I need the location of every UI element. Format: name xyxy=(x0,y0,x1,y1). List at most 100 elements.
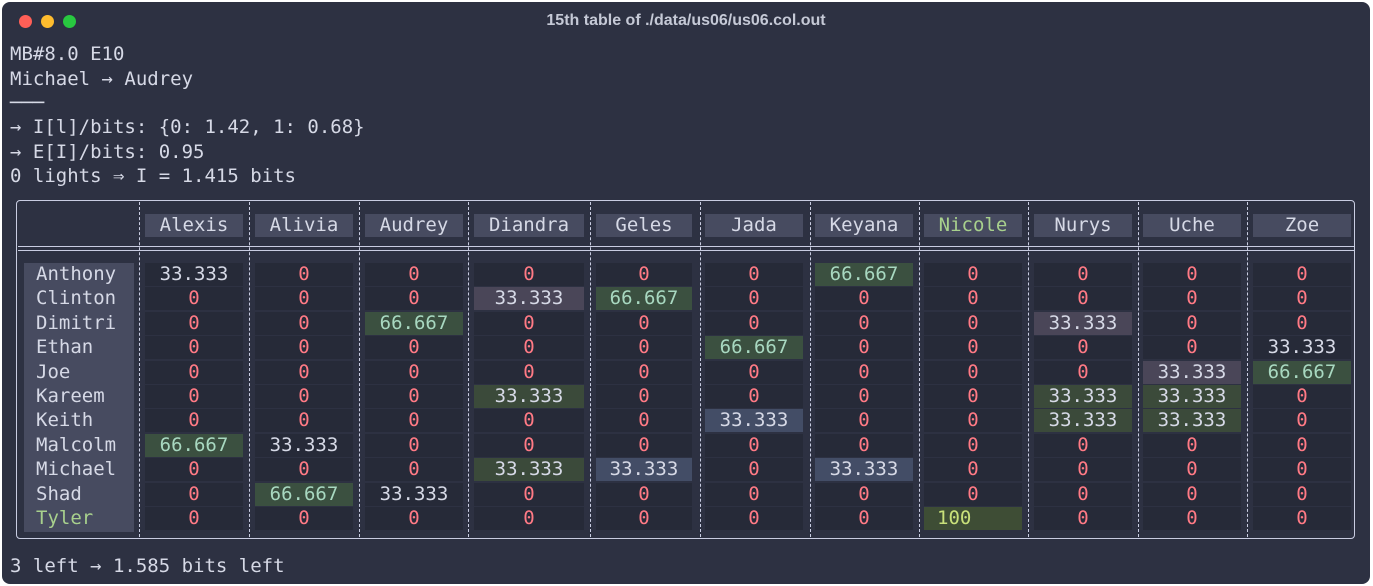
column-divider xyxy=(359,202,360,537)
table-cell: 0 xyxy=(1034,361,1132,384)
table-cell: 0 xyxy=(365,385,463,408)
column-divider xyxy=(249,202,250,537)
header-divider xyxy=(18,250,1354,251)
table-cell: 0 xyxy=(705,483,803,506)
table-cell: 33.333 xyxy=(1143,409,1241,432)
column-header: Diandra xyxy=(474,214,584,237)
table-cell: 0 xyxy=(815,507,913,530)
column-header: Nurys xyxy=(1034,214,1132,237)
table-cell: 0 xyxy=(1143,507,1241,530)
table-cell: 0 xyxy=(1143,287,1241,310)
table-cell: 0 xyxy=(596,409,692,432)
column-header: Nicole xyxy=(924,214,1022,237)
column-divider xyxy=(700,202,701,537)
table-cell: 33.333 xyxy=(705,409,803,432)
table-cell: 0 xyxy=(1253,507,1351,530)
table-cell: 0 xyxy=(474,336,584,359)
column-header: Geles xyxy=(596,214,692,237)
column-divider xyxy=(1138,202,1139,537)
terminal-line: ─── xyxy=(10,92,45,114)
table-cell: 0 xyxy=(815,409,913,432)
terminal-footer: 3 left → 1.585 bits left xyxy=(10,555,285,577)
table-cell: 0 xyxy=(365,458,463,481)
table-cell: 0 xyxy=(145,507,243,530)
table-cell: 0 xyxy=(596,483,692,506)
row-header: Tyler xyxy=(36,507,94,529)
table-cell: 0 xyxy=(1253,312,1351,335)
column-header: Uche xyxy=(1143,214,1241,237)
terminal-line: MB#8.0 E10 xyxy=(10,43,125,65)
table-cell: 0 xyxy=(474,263,584,286)
table-cell: 0 xyxy=(474,312,584,335)
table-cell: 0 xyxy=(596,263,692,286)
table-cell: 0 xyxy=(924,312,1022,335)
table-cell: 0 xyxy=(365,507,463,530)
table-cell: 0 xyxy=(474,483,584,506)
table-cell: 0 xyxy=(255,336,353,359)
row-header: Clinton xyxy=(36,287,117,309)
table-cell: 33.333 xyxy=(1143,385,1241,408)
table-cell: 0 xyxy=(705,263,803,286)
table-cell: 0 xyxy=(924,409,1022,432)
table-cell: 33.333 xyxy=(815,458,913,481)
table-cell: 0 xyxy=(474,409,584,432)
table-cell: 0 xyxy=(815,434,913,457)
table-cell: 0 xyxy=(815,361,913,384)
table-cell: 0 xyxy=(1034,507,1132,530)
table-cell: 0 xyxy=(474,361,584,384)
table-cell: 66.667 xyxy=(145,434,243,457)
row-header: Michael xyxy=(36,458,117,480)
column-divider xyxy=(919,202,920,537)
row-header: Ethan xyxy=(36,336,94,358)
column-header: Alivia xyxy=(255,214,353,237)
table-cell: 0 xyxy=(255,385,353,408)
table-cell: 0 xyxy=(1143,434,1241,457)
table-cell: 0 xyxy=(1253,287,1351,310)
table-cell: 0 xyxy=(474,507,584,530)
terminal-line: → I[l]/bits: {0: 1.42, 1: 0.68} xyxy=(10,116,365,138)
column-divider xyxy=(590,202,591,537)
table-cell: 0 xyxy=(145,483,243,506)
table-cell: 0 xyxy=(365,336,463,359)
table-cell: 0 xyxy=(255,507,353,530)
table-cell: 0 xyxy=(255,458,353,481)
table-cell: 0 xyxy=(705,385,803,408)
table-cell: 0 xyxy=(596,434,692,457)
table-cell: 0 xyxy=(924,458,1022,481)
table-cell: 33.333 xyxy=(474,385,584,408)
table-cell: 0 xyxy=(924,263,1022,286)
column-divider xyxy=(139,202,140,537)
column-divider xyxy=(810,202,811,537)
column-header: Jada xyxy=(705,214,803,237)
table-cell: 0 xyxy=(705,287,803,310)
table-cell: 33.333 xyxy=(474,287,584,310)
table-cell: 0 xyxy=(1253,385,1351,408)
table-cell: 33.333 xyxy=(255,434,353,457)
row-header: Kareem xyxy=(36,385,105,407)
table-cell: 0 xyxy=(365,263,463,286)
table-cell: 0 xyxy=(1253,483,1351,506)
table-cell: 0 xyxy=(924,336,1022,359)
table-cell: 0 xyxy=(705,434,803,457)
row-header: Shad xyxy=(36,483,82,505)
table-cell: 66.667 xyxy=(365,312,463,335)
title-bar: 15th table of ./data/us06/us06.col.out xyxy=(2,2,1370,40)
table-cell: 0 xyxy=(596,385,692,408)
table-cell: 66.667 xyxy=(815,263,913,286)
header-divider xyxy=(18,246,1354,247)
table-cell: 0 xyxy=(815,385,913,408)
table-cell: 0 xyxy=(255,287,353,310)
column-header: Zoe xyxy=(1253,214,1351,237)
table-cell: 0 xyxy=(365,287,463,310)
column-divider xyxy=(1247,202,1248,537)
table-cell: 0 xyxy=(596,507,692,530)
table-cell: 0 xyxy=(255,312,353,335)
table-cell: 0 xyxy=(924,385,1022,408)
terminal-line: → E[I]/bits: 0.95 xyxy=(10,141,205,163)
table-cell: 0 xyxy=(1034,263,1132,286)
row-header: Anthony xyxy=(36,263,117,285)
table-cell: 33.333 xyxy=(1034,312,1132,335)
row-header: Malcolm xyxy=(36,434,117,456)
table-cell: 66.667 xyxy=(596,287,692,310)
table-cell: 0 xyxy=(1253,263,1351,286)
